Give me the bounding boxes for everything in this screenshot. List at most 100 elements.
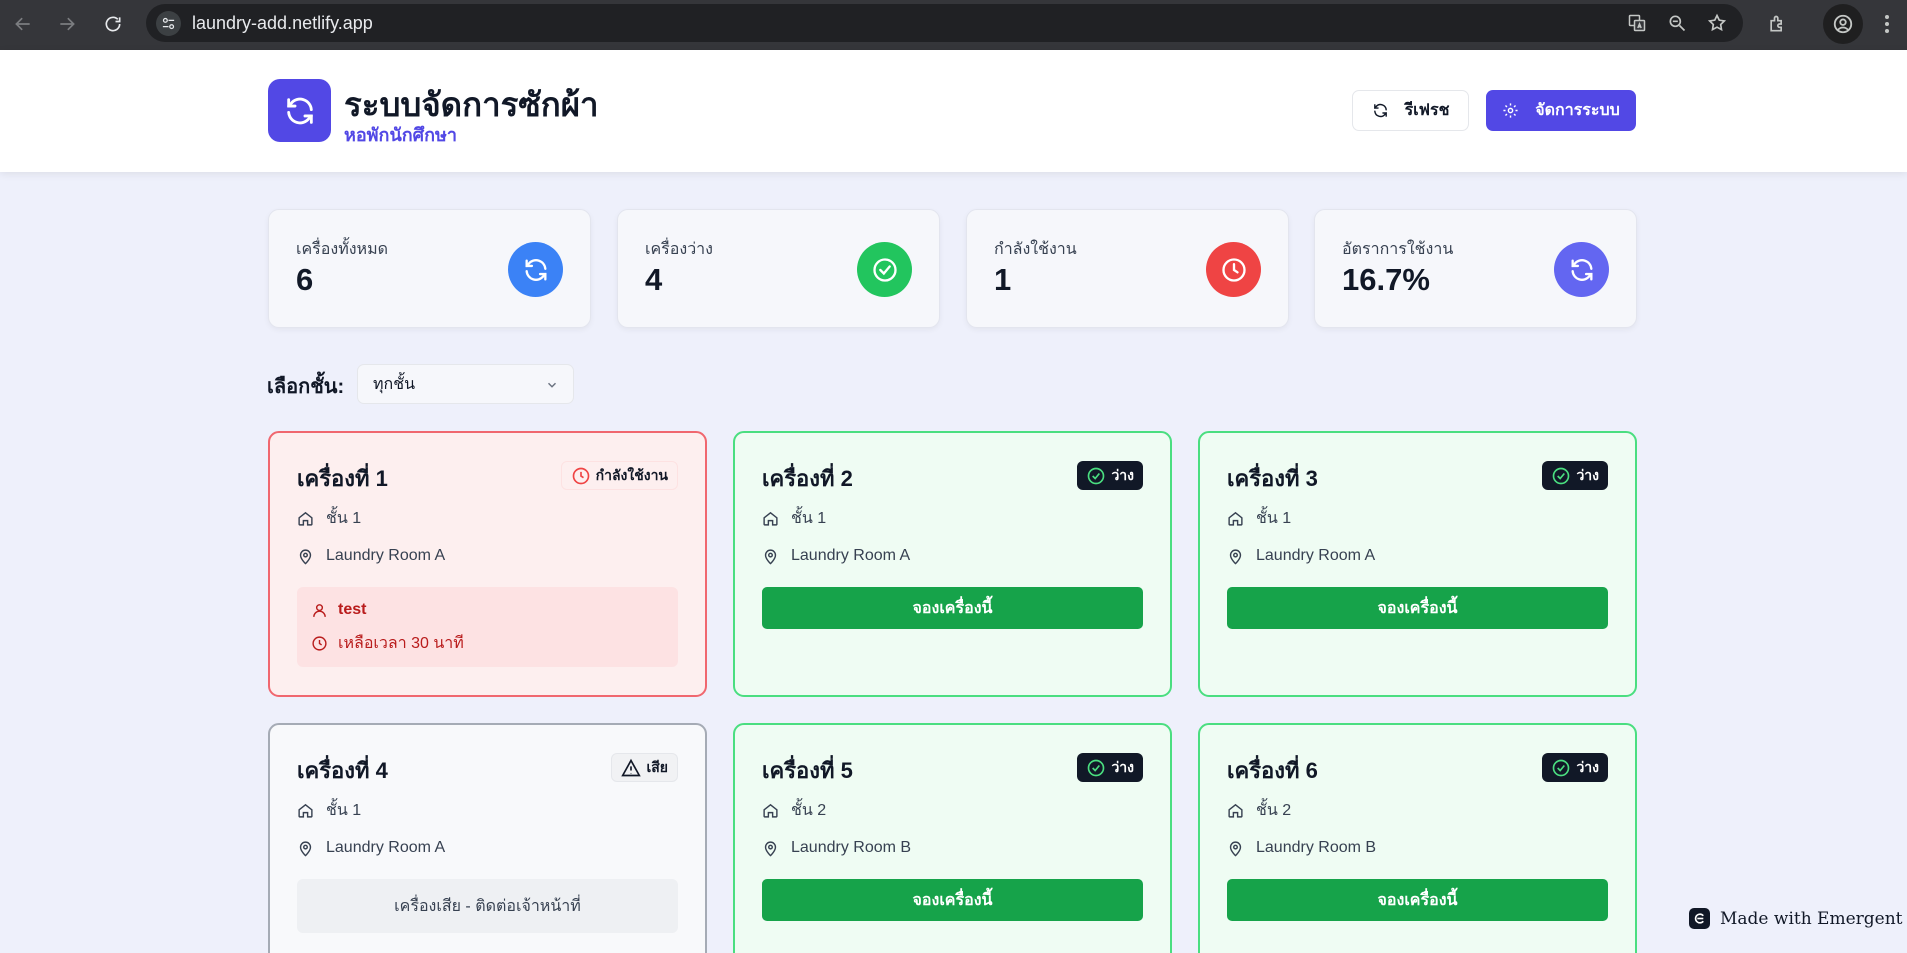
floor-select-value: ทุกชั้น [373, 375, 416, 393]
machine-floor: ชั้น 1 [1227, 506, 1291, 531]
stat-value: 16.7% [1342, 262, 1430, 297]
status-badge-label: ว่าง [1111, 758, 1134, 775]
usage-user: test [311, 601, 366, 619]
usage-user-name: test [338, 601, 367, 618]
reload-icon[interactable] [98, 9, 128, 39]
machine-room-label: Laundry Room A [326, 839, 446, 856]
menu-kebab-icon[interactable] [1872, 9, 1902, 39]
address-bar[interactable]: laundry-add.netlify.app [146, 4, 1743, 42]
extensions-icon[interactable] [1762, 9, 1792, 39]
machine-floor-label: ชั้น 2 [791, 802, 827, 819]
refresh-button-label: รีเฟรช [1404, 102, 1450, 119]
manage-system-label: จัดการระบบ [1535, 102, 1620, 119]
machine-card-2: เครื่องที่ 2 ว่าง ชั้น 1 Laundry Room A … [733, 431, 1172, 697]
stat-card-usage-rate: อัตราการใช้งาน 16.7% [1314, 209, 1637, 328]
machine-title: เครื่องที่ 4 [297, 758, 388, 783]
stat-label: เครื่องทั้งหมด [296, 241, 389, 258]
stat-value: 1 [994, 262, 1012, 297]
map-pin-icon [1229, 840, 1242, 857]
stat-label: กำลังใช้งาน [994, 241, 1077, 258]
stat-value: 4 [645, 262, 663, 297]
profile-avatar-icon[interactable] [1823, 4, 1863, 44]
status-badge-label: ว่าง [1111, 466, 1134, 483]
gear-icon [1503, 103, 1518, 118]
status-badge-label: ว่าง [1576, 758, 1599, 775]
status-badge-label: ว่าง [1576, 466, 1599, 483]
book-machine-button[interactable]: จองเครื่องนี้ [762, 879, 1143, 921]
app-logo-icon [268, 79, 331, 142]
floor-select[interactable]: ทุกชั้น [357, 364, 574, 404]
machine-floor: ชั้น 1 [297, 798, 361, 823]
stat-value: 6 [296, 262, 314, 297]
map-pin-icon [1229, 548, 1242, 565]
map-pin-icon [299, 548, 312, 565]
machine-floor: ชั้น 1 [762, 506, 826, 531]
book-machine-button[interactable]: จองเครื่องนี้ [1227, 587, 1608, 629]
manage-system-button[interactable]: จัดการระบบ [1486, 90, 1636, 131]
status-badge: ว่าง [1542, 461, 1608, 490]
machine-title: เครื่องที่ 5 [762, 758, 853, 783]
machine-floor-label: ชั้น 2 [1256, 802, 1292, 819]
status-badge: ว่าง [1077, 461, 1143, 490]
home-icon [298, 803, 313, 818]
machine-card-3: เครื่องที่ 3 ว่าง ชั้น 1 Laundry Room A … [1198, 431, 1637, 697]
home-icon [298, 511, 313, 526]
machine-title: เครื่องที่ 6 [1227, 758, 1318, 783]
machine-room: Laundry Room A [1227, 547, 1375, 565]
machine-room-label: Laundry Room A [1256, 547, 1376, 564]
book-machine-button[interactable]: จองเครื่องนี้ [1227, 879, 1608, 921]
status-badge-label: เสีย [646, 758, 668, 775]
zoom-icon[interactable] [1662, 8, 1692, 38]
site-settings-icon[interactable] [156, 11, 181, 36]
machine-floor-label: ชั้น 1 [326, 802, 362, 819]
emergent-logo-icon [1689, 908, 1710, 929]
bookmark-star-icon[interactable] [1702, 8, 1732, 38]
warning-triangle-icon [621, 758, 642, 776]
map-pin-icon [299, 840, 312, 857]
app-subtitle: หอพักนักศึกษา [344, 125, 457, 145]
status-badge: เสีย [611, 753, 678, 782]
book-machine-button[interactable]: จองเครื่องนี้ [762, 587, 1143, 629]
forward-icon[interactable] [52, 9, 82, 39]
map-pin-icon [764, 548, 777, 565]
home-icon [763, 803, 778, 818]
machine-card-6: เครื่องที่ 6 ว่าง ชั้น 2 Laundry Room B … [1198, 723, 1637, 953]
browser-toolbar: laundry-add.netlify.app [0, 0, 1907, 50]
machine-room-label: Laundry Room B [1256, 839, 1377, 856]
stat-label: อัตราการใช้งาน [1342, 241, 1454, 258]
machine-floor-label: ชั้น 1 [1256, 510, 1292, 527]
made-with-emergent-badge[interactable]: Made with Emergent [1689, 908, 1903, 929]
user-icon [313, 603, 326, 617]
home-icon [1228, 511, 1243, 526]
refresh-icon [1554, 242, 1609, 297]
machine-floor-label: ชั้น 1 [326, 510, 362, 527]
usage-remaining: เหลือเวลา 30 นาที [311, 631, 464, 656]
usage-remaining-text: เหลือเวลา 30 นาที [338, 635, 464, 652]
machine-floor: ชั้น 1 [297, 506, 361, 531]
made-with-emergent-label: Made with Emergent [1720, 908, 1903, 929]
home-icon [1228, 803, 1243, 818]
stat-card-in-use: กำลังใช้งาน 1 [966, 209, 1289, 328]
url-text[interactable]: laundry-add.netlify.app [192, 13, 373, 34]
machine-title: เครื่องที่ 2 [762, 466, 853, 491]
broken-notice: เครื่องเสีย - ติดต่อเจ้าหน้าที่ [297, 879, 678, 933]
clock-icon [572, 467, 589, 484]
machine-floor: ชั้น 2 [762, 798, 826, 823]
status-badge: ว่าง [1077, 753, 1143, 782]
stat-card-available: เครื่องว่าง 4 [617, 209, 940, 328]
refresh-icon [508, 242, 563, 297]
machine-room: Laundry Room B [1227, 839, 1376, 857]
usage-info-box: test เหลือเวลา 30 นาที [297, 587, 678, 667]
machine-room: Laundry Room A [762, 547, 910, 565]
machine-room: Laundry Room B [762, 839, 911, 857]
translate-icon[interactable] [1622, 8, 1652, 38]
refresh-button[interactable]: รีเฟรช [1352, 90, 1469, 131]
machine-floor-label: ชั้น 1 [791, 510, 827, 527]
back-icon[interactable] [8, 9, 38, 39]
check-circle-icon [1088, 759, 1105, 776]
machine-room-label: Laundry Room B [791, 839, 912, 856]
stat-card-total: เครื่องทั้งหมด 6 [268, 209, 591, 328]
app-header: ระบบจัดการซักผ้า หอพักนักศึกษา รีเฟรช จั… [0, 50, 1907, 172]
refresh-icon [1373, 103, 1387, 118]
stat-label: เครื่องว่าง [645, 241, 713, 258]
